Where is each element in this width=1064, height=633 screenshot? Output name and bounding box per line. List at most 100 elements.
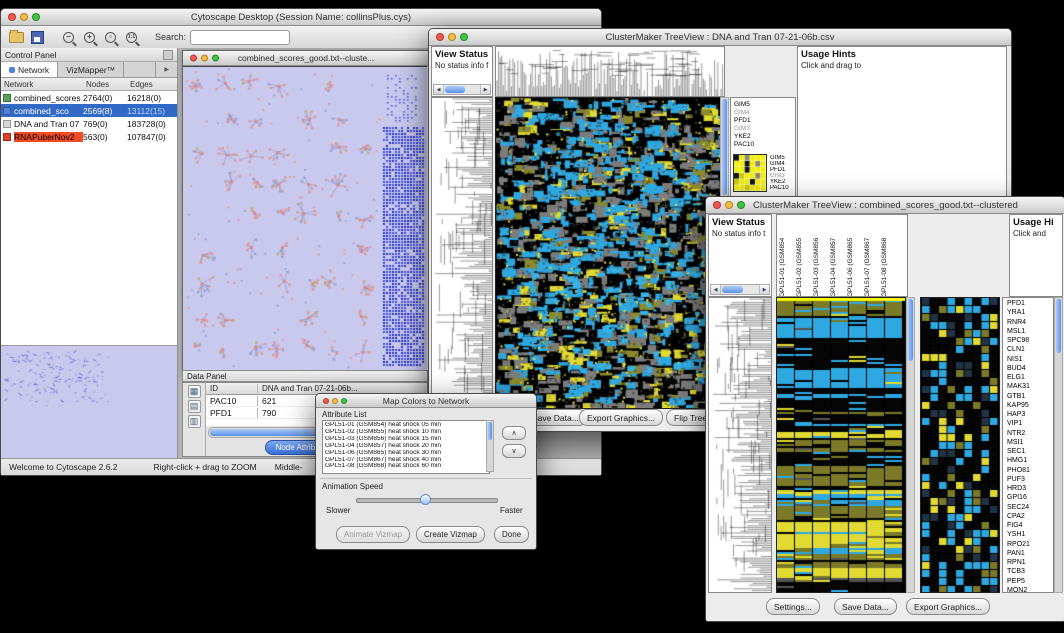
row-dendrogram-canvas[interactable] (709, 298, 771, 592)
attribute-item[interactable]: GPL51-06 (GSM865) heat shock 30 min (325, 450, 487, 457)
header-nodes[interactable]: Nodes (83, 80, 127, 89)
attribute-item[interactable]: GPL51-02 (GSM855) heat shock 10 min (325, 429, 487, 436)
scroll-right-icon[interactable]: ▶ (759, 285, 769, 294)
move-down-button[interactable]: ∨ (502, 444, 526, 458)
network-list-row[interactable]: combined_sco2569(8)13112(15) (1, 104, 177, 117)
scrollbar-thumb[interactable] (488, 422, 492, 440)
gene-label[interactable]: NIS1 (1007, 355, 1030, 364)
row-dendrogram-canvas[interactable] (432, 98, 492, 408)
column-label[interactable]: GPL51-08 (GSM868 (881, 217, 898, 297)
gene-label[interactable]: PAC10 (734, 141, 754, 149)
create-attribute-icon[interactable]: ▤ (188, 400, 201, 413)
zoom-icon[interactable] (212, 55, 219, 62)
gene-label[interactable]: PUF3 (1007, 475, 1030, 484)
column-label[interactable]: GPL51-02 (GSM855 (796, 217, 813, 297)
float-panel-icon[interactable] (163, 50, 173, 60)
search-input[interactable] (190, 30, 290, 45)
column-label[interactable]: GPL51-03 (GSM856 (813, 217, 830, 297)
gene-label[interactable]: CPA2 (1007, 512, 1030, 521)
scrollbar-thumb[interactable] (722, 99, 727, 195)
close-icon[interactable] (713, 201, 721, 209)
network-list-row[interactable]: RNAPuberNov2563(0)107847(0) (1, 130, 177, 143)
tab-network[interactable]: Network (1, 62, 58, 77)
data-panel-titlebar[interactable]: Data Panel (182, 370, 428, 382)
gene-label[interactable]: PFD1 (1007, 299, 1030, 308)
gene-label[interactable]: GPI16 (1007, 493, 1030, 502)
gene-label[interactable]: YRA1 (1007, 308, 1030, 317)
header-edges[interactable]: Edges (127, 80, 177, 89)
scrollbar-thumb[interactable] (445, 86, 465, 93)
gene-label[interactable]: SEC1 (1007, 447, 1030, 456)
column-label[interactable]: GPL51-04 (GSM857 (830, 217, 847, 297)
gene-label[interactable]: GIM4 (734, 109, 754, 117)
close-icon[interactable] (190, 55, 197, 62)
gene-label[interactable]: VIP1 (1007, 419, 1030, 428)
gene-label[interactable]: GTB1 (1007, 392, 1030, 401)
view-status-scrollbar[interactable]: ◀ ▶ (710, 284, 770, 295)
gene-label[interactable]: HRD3 (1007, 484, 1030, 493)
gene-label[interactable]: MAK31 (1007, 382, 1030, 391)
attribute-matrix-icon[interactable]: ▥ (188, 415, 201, 428)
header-network[interactable]: Network (1, 80, 83, 89)
scrollbar-thumb[interactable] (722, 286, 743, 293)
zoom-out-button[interactable]: − (61, 30, 76, 45)
minimize-icon[interactable] (201, 55, 208, 62)
gene-label[interactable]: RNR4 (1007, 318, 1030, 327)
treeview2-titlebar[interactable]: ClusterMaker TreeView : combined_scores_… (706, 197, 1064, 214)
export-graphics-button[interactable]: Export Graphics... (906, 598, 990, 615)
gene-label[interactable]: PAN1 (1007, 549, 1030, 558)
create-vizmap-button[interactable]: Create Vizmap (416, 526, 485, 543)
gene-label[interactable]: PFD1 (734, 117, 754, 125)
gene-label[interactable]: PEP5 (1007, 577, 1030, 586)
gene-label[interactable]: GIM3 (734, 125, 754, 133)
zoom-icon[interactable] (32, 13, 40, 21)
attribute-list-scrollbar[interactable] (486, 420, 494, 472)
gene-label[interactable]: RPO21 (1007, 540, 1030, 549)
gene-label[interactable]: MSL1 (1007, 327, 1030, 336)
view-status-scrollbar[interactable]: ◀ ▶ (433, 84, 491, 95)
scrollbar-thumb[interactable] (1056, 299, 1061, 353)
gene-label[interactable]: HMG1 (1007, 456, 1030, 465)
attribute-item[interactable]: GPL51-04 (GSM857) heat shock 20 min (325, 443, 487, 450)
scroll-left-icon[interactable]: ◀ (711, 285, 721, 294)
gene-label[interactable]: FIG4 (1007, 521, 1030, 530)
gene-label[interactable]: CLN1 (1007, 345, 1030, 354)
gene-label[interactable]: PHO81 (1007, 466, 1030, 475)
header-id[interactable]: ID (206, 384, 258, 393)
minimize-icon[interactable] (332, 398, 338, 404)
export-graphics-button[interactable]: Export Graphics... (579, 409, 663, 426)
scrollbar-thumb[interactable] (908, 299, 913, 361)
open-session-button[interactable] (9, 30, 24, 45)
select-attributes-icon[interactable]: ▦ (188, 385, 201, 398)
animate-vizmap-button[interactable]: Animate Vizmap (336, 526, 410, 543)
gene-label[interactable]: SEC24 (1007, 503, 1030, 512)
attribute-item[interactable]: GPL51-08 (GSM868) heat shock 60 min (325, 463, 487, 470)
gene-label[interactable]: PAC10 (770, 185, 789, 191)
minimize-icon[interactable] (725, 201, 733, 209)
gene-label[interactable]: MSI1 (1007, 438, 1030, 447)
attribute-item[interactable]: GPL51-03 (GSM856) heat shock 15 min (325, 436, 487, 443)
slider-thumb[interactable] (420, 494, 431, 505)
zoom-in-button[interactable]: + (82, 30, 97, 45)
gene-label[interactable]: YKE2 (734, 133, 754, 141)
gene-label[interactable]: NTR2 (1007, 429, 1030, 438)
heatmap-canvas[interactable] (496, 98, 720, 408)
attribute-item[interactable]: GPL51-07 (GSM867) heat shock 40 min (325, 457, 487, 464)
gene-label[interactable]: MON2 (1007, 586, 1030, 593)
done-button[interactable]: Done (494, 526, 529, 543)
gene-label[interactable]: GIM5 (734, 101, 754, 109)
zoom-heatmap-canvas[interactable] (921, 298, 999, 592)
save-data-button[interactable]: Save Data... (834, 598, 897, 615)
gene-label[interactable]: BUD4 (1007, 364, 1030, 373)
attribute-list[interactable]: GPL51-01 (GSM854) heat shock 05 minGPL51… (322, 420, 490, 474)
close-icon[interactable] (8, 13, 16, 21)
minimize-icon[interactable] (448, 33, 456, 41)
gene-label[interactable]: KAP95 (1007, 401, 1030, 410)
column-label[interactable]: GPL51-06 (GSM865 (847, 217, 864, 297)
network-list-row[interactable]: combined_scores2764(0)16218(0) (1, 91, 177, 104)
attribute-item[interactable]: GPL51-01 (GSM854) heat shock 05 min (325, 422, 487, 429)
scroll-right-icon[interactable]: ▶ (480, 85, 490, 94)
settings-button[interactable]: Settings... (766, 598, 820, 615)
header-attribute[interactable]: DNA and Tran 07-21-06b... (258, 384, 427, 393)
column-dendrogram-canvas[interactable] (496, 47, 724, 96)
